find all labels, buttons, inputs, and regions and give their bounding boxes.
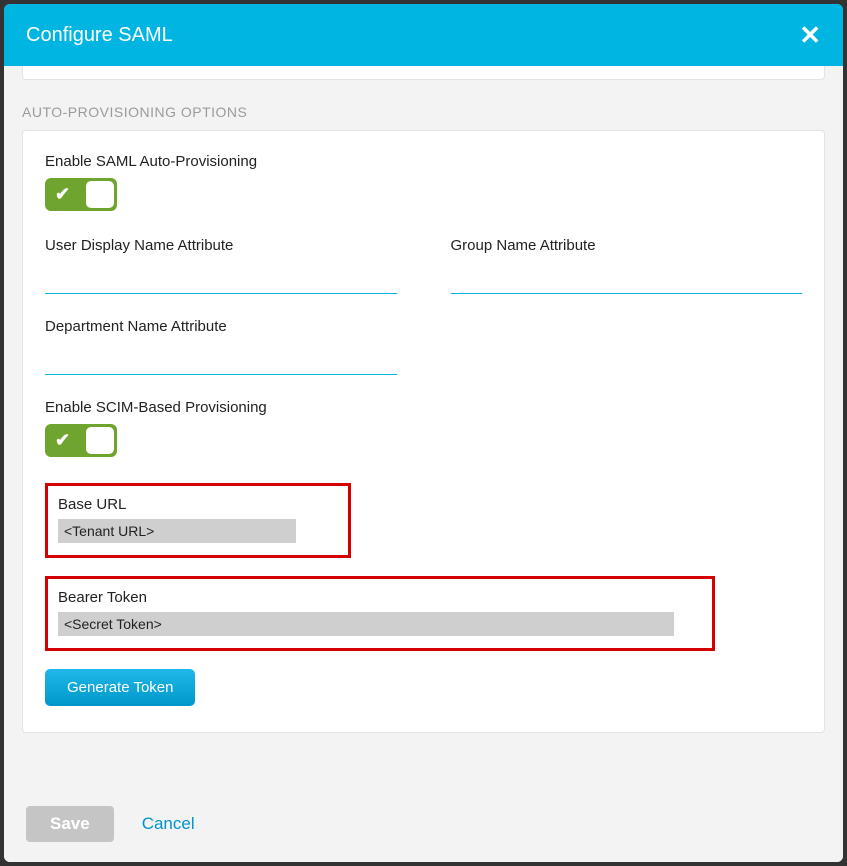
enable-saml-toggle[interactable]: ✔ — [45, 178, 117, 211]
close-icon[interactable]: ✕ — [799, 22, 821, 48]
toggle-knob — [86, 427, 114, 454]
group-name-input[interactable] — [451, 262, 803, 294]
cancel-button[interactable]: Cancel — [142, 814, 195, 834]
check-icon: ✔ — [55, 184, 70, 205]
auto-provisioning-card: Enable SAML Auto-Provisioning ✔ User Dis… — [22, 130, 825, 733]
user-display-name-input[interactable] — [45, 262, 397, 294]
modal-title: Configure SAML — [26, 24, 173, 47]
bearer-token-label: Bearer Token — [58, 589, 702, 606]
modal-body-wrap: AUTO-PROVISIONING OPTIONS Enable SAML Au… — [4, 66, 843, 788]
bearer-token-input[interactable] — [58, 612, 674, 636]
base-url-label: Base URL — [58, 496, 338, 513]
department-name-label: Department Name Attribute — [45, 318, 397, 335]
base-url-highlight: Base URL — [45, 483, 351, 558]
modal-footer: Save Cancel — [4, 788, 843, 862]
section-title: AUTO-PROVISIONING OPTIONS — [22, 104, 825, 120]
previous-card-bottom — [22, 66, 825, 80]
modal-header: Configure SAML ✕ — [4, 4, 843, 66]
toggle-knob — [86, 181, 114, 208]
enable-scim-toggle[interactable]: ✔ — [45, 424, 117, 457]
save-button[interactable]: Save — [26, 806, 114, 842]
bearer-token-highlight: Bearer Token — [45, 576, 715, 651]
department-name-input[interactable] — [45, 343, 397, 375]
base-url-input[interactable] — [58, 519, 296, 543]
generate-token-button[interactable]: Generate Token — [45, 669, 195, 706]
modal-body[interactable]: AUTO-PROVISIONING OPTIONS Enable SAML Au… — [4, 66, 843, 788]
enable-scim-label: Enable SCIM-Based Provisioning — [45, 399, 802, 416]
check-icon: ✔ — [55, 430, 70, 451]
user-display-name-label: User Display Name Attribute — [45, 237, 397, 254]
group-name-label: Group Name Attribute — [451, 237, 803, 254]
configure-saml-modal: Configure SAML ✕ AUTO-PROVISIONING OPTIO… — [4, 4, 843, 862]
enable-saml-label: Enable SAML Auto-Provisioning — [45, 153, 802, 170]
